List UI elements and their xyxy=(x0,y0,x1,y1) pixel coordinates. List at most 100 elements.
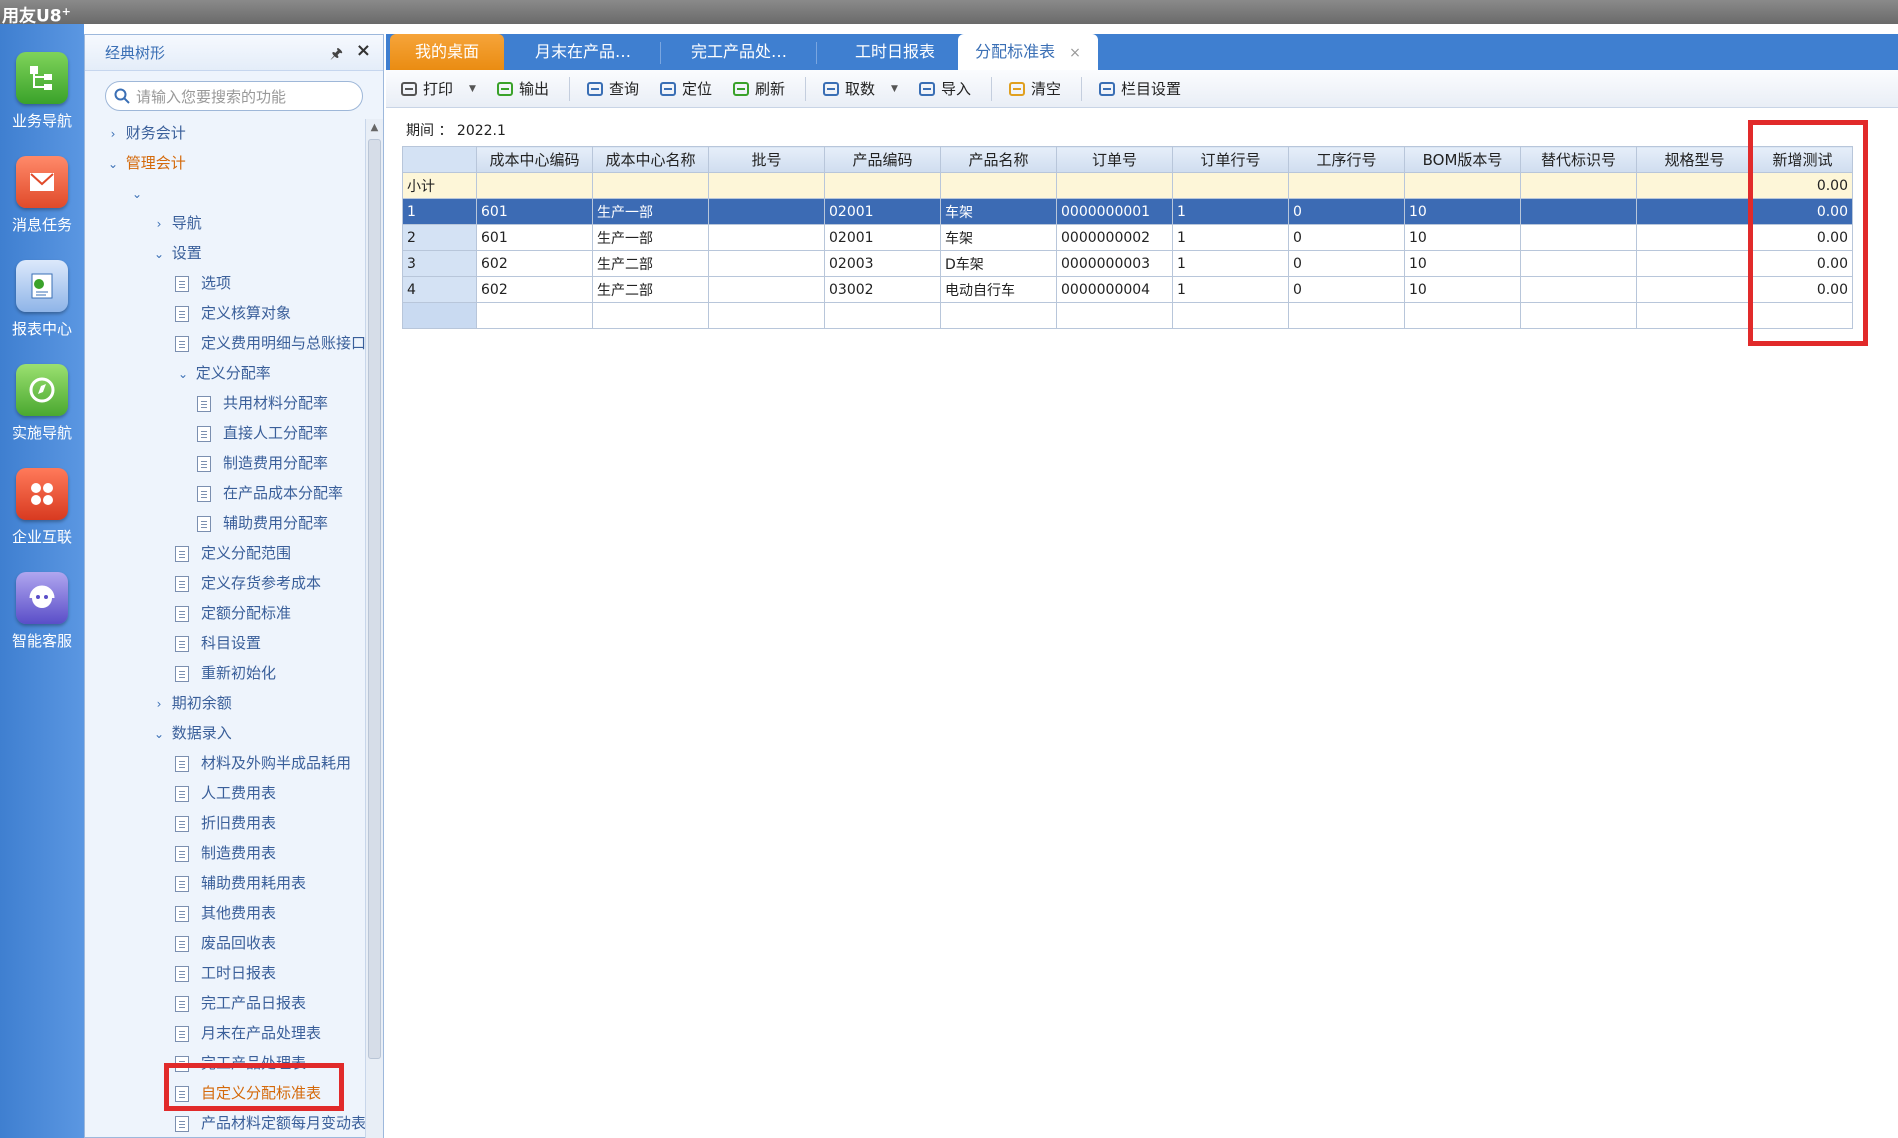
grid-cell[interactable]: 10 xyxy=(1404,198,1521,225)
grid-cell[interactable] xyxy=(940,172,1057,199)
tree-folder-item[interactable]: › 期初余额 xyxy=(151,689,232,717)
grid-cell[interactable]: 10 xyxy=(1404,224,1521,251)
grid-cell[interactable]: 1 xyxy=(1172,250,1289,277)
grid-cell[interactable]: 生产二部 xyxy=(592,250,709,277)
grid-cell[interactable]: 生产二部 xyxy=(592,276,709,303)
grid-cell[interactable]: 0000000001 xyxy=(1056,198,1173,225)
tree-doc-item[interactable]: 定义费用明细与总账接口 xyxy=(175,329,365,357)
grid-cell[interactable] xyxy=(592,302,709,329)
close-icon[interactable]: × xyxy=(356,40,371,61)
refresh-button[interactable]: 刷新 xyxy=(732,78,785,99)
column-header[interactable]: 订单号 xyxy=(1056,146,1173,173)
grid-cell[interactable]: 10 xyxy=(1404,276,1521,303)
tab-allocation-standard[interactable]: 分配标准表 × xyxy=(958,34,1098,70)
column-header[interactable]: 订单行号 xyxy=(1172,146,1289,173)
row-number[interactable]: 3 xyxy=(402,250,477,277)
tree-doc-item[interactable]: 工时日报表 xyxy=(175,959,276,987)
tree-doc-item[interactable]: 完工产品日报表 xyxy=(175,989,306,1017)
column-header[interactable]: 成本中心编码 xyxy=(476,146,593,173)
tree-doc-item[interactable]: 月末在产品处理表 xyxy=(175,1019,321,1047)
tab-month-end-wip[interactable]: 月末在产品… xyxy=(506,34,660,70)
chevron-right-icon[interactable]: › xyxy=(105,120,121,148)
table-row[interactable]: 1 601 生产一部 02001 车架 0000000001 1 0 10 0.00 xyxy=(402,198,1853,225)
grid-cell[interactable] xyxy=(1404,172,1521,199)
tab-finished-product[interactable]: 完工产品处… xyxy=(662,34,816,70)
column-settings-button[interactable]: 栏目设置 xyxy=(1098,78,1181,99)
grid-cell[interactable]: 0 xyxy=(1288,198,1405,225)
grid-cell[interactable] xyxy=(1636,224,1753,251)
tree-folder-item[interactable]: ⌄ 管理会计 xyxy=(105,149,186,177)
tree-folder-item[interactable]: ⌄ xyxy=(129,179,145,207)
grid-cell[interactable] xyxy=(1056,302,1173,329)
tree-doc-item[interactable]: 定额分配标准 xyxy=(175,599,291,627)
grid-cell[interactable]: 02001 xyxy=(824,198,941,225)
grid-cell[interactable] xyxy=(1520,302,1637,329)
grid-cell[interactable]: 10 xyxy=(1404,250,1521,277)
rail-business-nav[interactable]: 业务导航 xyxy=(0,52,84,131)
tree-doc-item[interactable]: 重新初始化 xyxy=(175,659,276,687)
tree-doc-item[interactable]: 选项 xyxy=(175,269,231,297)
tree-doc-item[interactable]: 人工费用表 xyxy=(175,779,276,807)
row-number[interactable]: 1 xyxy=(402,198,477,225)
tree-doc-item[interactable]: 科目设置 xyxy=(175,629,261,657)
tree-doc-item[interactable]: 辅助费用分配率 xyxy=(197,509,328,537)
grid-cell[interactable]: 车架 xyxy=(940,198,1057,225)
grid-cell[interactable]: 车架 xyxy=(940,224,1057,251)
tree-doc-item[interactable]: 辅助费用耗用表 xyxy=(175,869,306,897)
grid-cell[interactable]: 电动自行车 xyxy=(940,276,1057,303)
tree-doc-item[interactable]: 产品材料定额每月变动表 xyxy=(175,1109,365,1137)
grid-cell[interactable]: 0000000002 xyxy=(1056,224,1173,251)
grid-cell[interactable] xyxy=(1404,302,1521,329)
tab-close-icon[interactable]: × xyxy=(1069,45,1081,61)
tree-doc-item[interactable]: 制造费用表 xyxy=(175,839,276,867)
scroll-thumb[interactable] xyxy=(368,139,381,1059)
table-row[interactable]: 3 602 生产二部 02003 D车架 0000000003 1 0 10 0.00 xyxy=(402,250,1853,277)
rail-message-task[interactable]: 消息任务 xyxy=(0,156,84,235)
tree-folder-item[interactable]: › 导航 xyxy=(151,209,202,237)
grid-cell[interactable]: 03002 xyxy=(824,276,941,303)
tree-folder-item[interactable]: ⌄ 定义分配率 xyxy=(175,359,271,387)
tree-scrollbar[interactable]: ▲ xyxy=(365,119,383,1138)
grid-cell[interactable] xyxy=(476,302,593,329)
chevron-down-icon[interactable]: ⌄ xyxy=(151,240,167,268)
column-header[interactable] xyxy=(402,146,477,173)
grid-cell[interactable]: 生产一部 xyxy=(592,224,709,251)
query-button[interactable]: 查询 xyxy=(586,78,639,99)
tree-doc-item[interactable]: 材料及外购半成品耗用 xyxy=(175,749,351,777)
grid-cell[interactable] xyxy=(1636,250,1753,277)
grid-cell[interactable] xyxy=(708,172,825,199)
function-search-input[interactable]: 请输入您要搜索的功能 xyxy=(105,81,363,111)
grid-cell[interactable] xyxy=(708,198,825,225)
tree-doc-item[interactable]: 定义存货参考成本 xyxy=(175,569,321,597)
grid-cell[interactable] xyxy=(824,172,941,199)
grid-cell[interactable] xyxy=(476,172,593,199)
grid-cell[interactable]: 0 xyxy=(1288,250,1405,277)
tree-doc-item[interactable]: 其他费用表 xyxy=(175,899,276,927)
chevron-down-icon[interactable]: ⌄ xyxy=(105,150,121,178)
tree-doc-item[interactable]: 共用材料分配率 xyxy=(197,389,328,417)
grid-cell[interactable]: 0000000004 xyxy=(1056,276,1173,303)
grid-cell[interactable] xyxy=(592,172,709,199)
column-header[interactable]: BOM版本号 xyxy=(1404,146,1521,173)
tree-doc-item[interactable]: 定义核算对象 xyxy=(175,299,291,327)
subtotal-row[interactable]: 小计 0.00 xyxy=(402,172,1853,199)
chevron-right-icon[interactable]: › xyxy=(151,690,167,718)
fetch-data-button[interactable]: 取数 ▼ xyxy=(822,78,898,99)
column-header[interactable]: 成本中心名称 xyxy=(592,146,709,173)
grid-cell[interactable] xyxy=(708,224,825,251)
column-header[interactable]: 规格型号 xyxy=(1636,146,1753,173)
grid-cell[interactable] xyxy=(1636,276,1753,303)
grid-cell[interactable] xyxy=(708,276,825,303)
table-row[interactable]: 4 602 生产二部 03002 电动自行车 0000000004 1 0 10 0.00 xyxy=(402,276,1853,303)
grid-cell[interactable]: 1 xyxy=(1172,224,1289,251)
chevron-right-icon[interactable]: › xyxy=(151,210,167,238)
clear-button[interactable]: 清空 xyxy=(1008,78,1061,99)
print-button[interactable]: 打印 ▼ xyxy=(400,78,476,99)
grid-cell[interactable]: 0 xyxy=(1288,224,1405,251)
column-header[interactable]: 替代标识号 xyxy=(1520,146,1637,173)
grid-cell[interactable] xyxy=(1520,224,1637,251)
empty-row[interactable] xyxy=(402,302,1853,329)
import-button[interactable]: 导入 xyxy=(918,78,971,99)
tree-doc-item[interactable]: 折旧费用表 xyxy=(175,809,276,837)
column-header[interactable]: 批号 xyxy=(708,146,825,173)
